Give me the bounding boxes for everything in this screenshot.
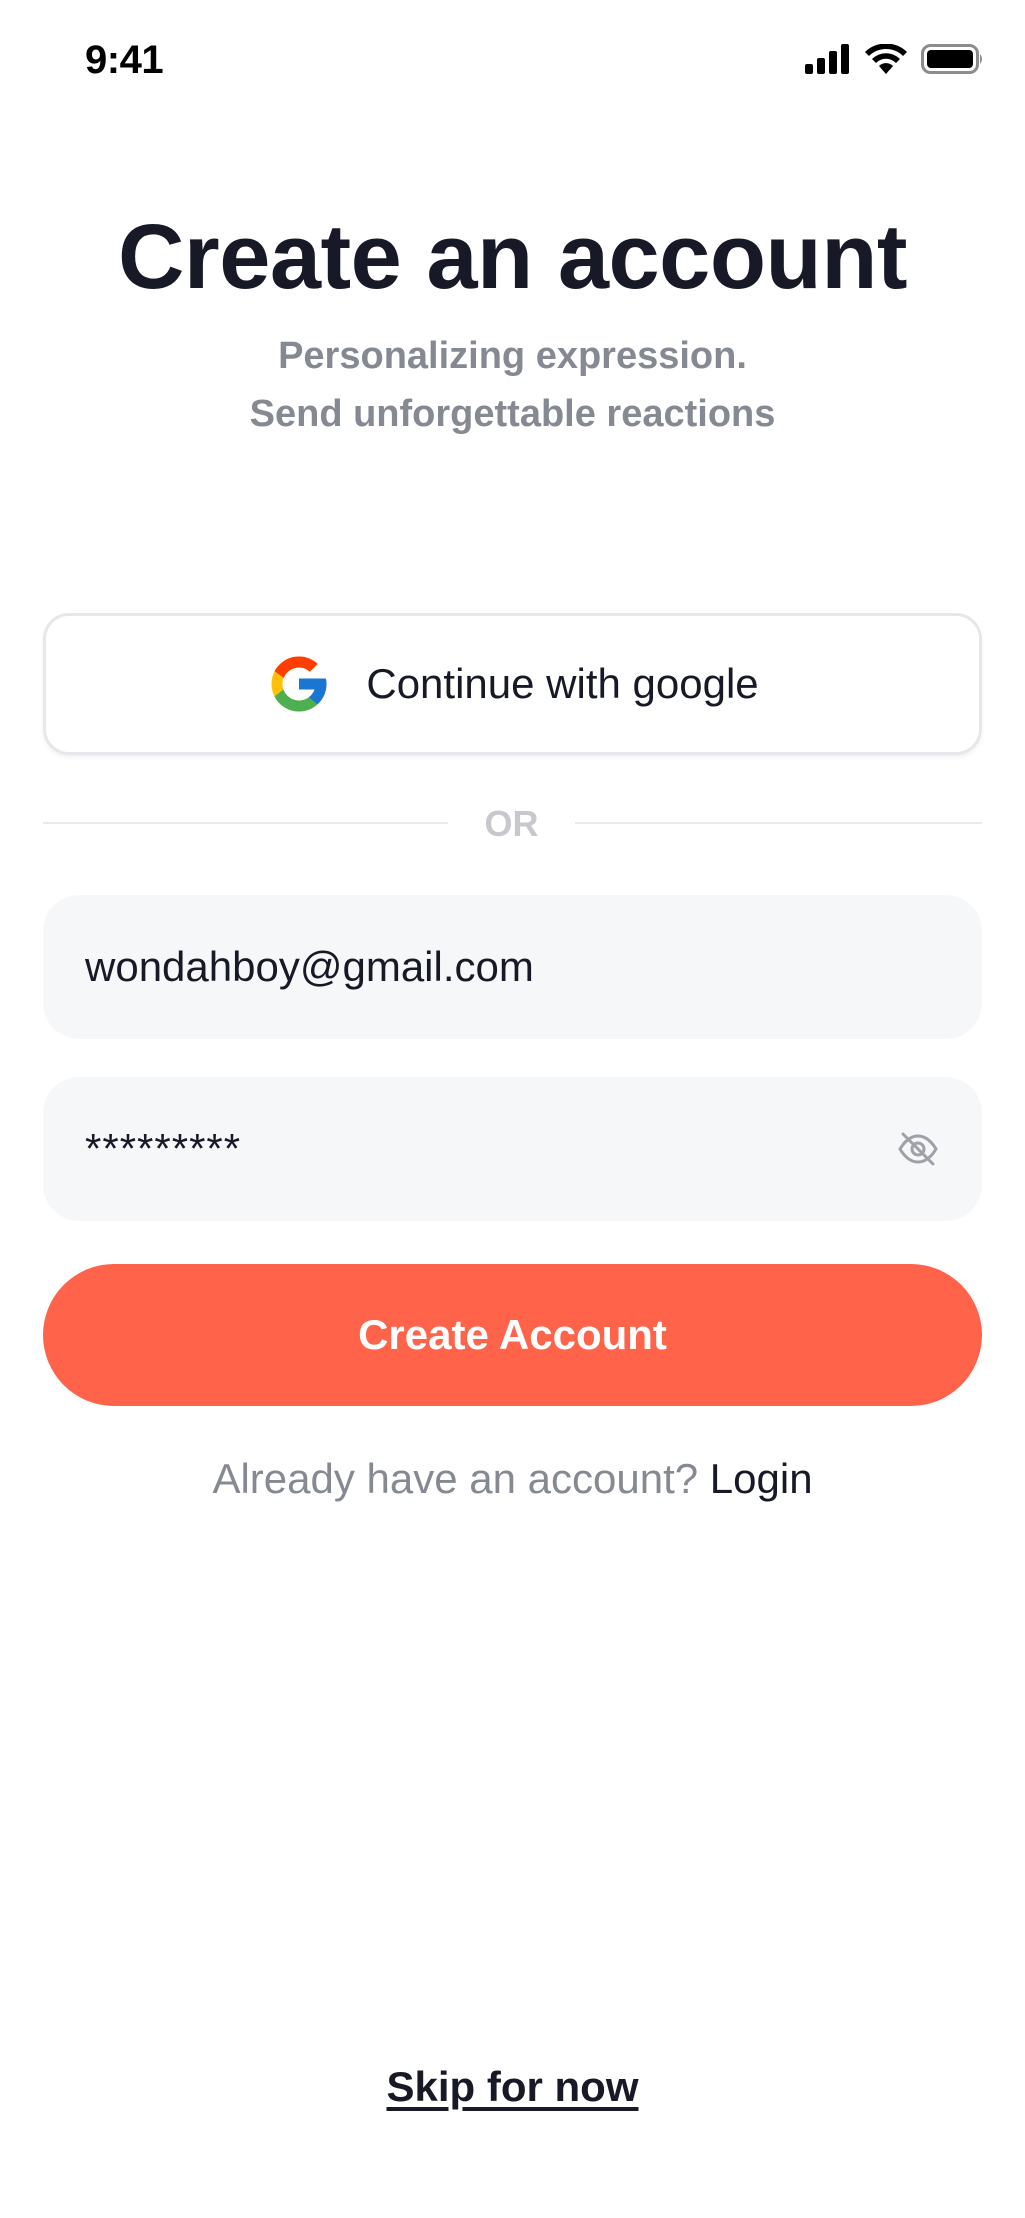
password-field[interactable]: ********* — [43, 1077, 982, 1221]
login-link[interactable]: Login — [710, 1455, 813, 1502]
password-value: ********* — [85, 1125, 242, 1172]
wifi-icon — [865, 44, 907, 74]
status-icons — [805, 44, 985, 74]
email-field[interactable]: wondahboy@gmail.com — [43, 895, 982, 1039]
page-title: Create an account — [117, 206, 908, 308]
google-logo-icon — [271, 656, 327, 712]
signal-icon — [805, 44, 849, 74]
create-account-button[interactable]: Create Account — [43, 1264, 982, 1406]
email-value: wondahboy@gmail.com — [85, 943, 534, 990]
status-time: 9:41 — [85, 38, 164, 82]
google-button-label: Continue with google — [366, 660, 759, 707]
eye-off-icon[interactable] — [896, 1131, 940, 1167]
divider-line-right — [575, 822, 982, 824]
create-account-label: Create Account — [358, 1311, 667, 1358]
divider-line-left — [43, 822, 448, 824]
skip-for-now-link[interactable]: Skip for now — [387, 2063, 639, 2110]
create-account-screen: 9:41 Create an account Personalizing exp… — [0, 0, 1025, 2218]
subtitle-line-2: Send unforgettable reactions — [249, 393, 776, 435]
divider-or-label: OR — [484, 803, 539, 844]
login-prompt: Already have an account? — [212, 1455, 710, 1502]
battery-icon — [921, 44, 982, 74]
continue-with-google-button[interactable]: Continue with google — [43, 613, 982, 755]
subtitle-line-1: Personalizing expression. — [278, 335, 747, 377]
skip-row: Skip for now — [0, 2063, 1025, 2111]
login-row: Already have an account? Login — [0, 1455, 1025, 1503]
